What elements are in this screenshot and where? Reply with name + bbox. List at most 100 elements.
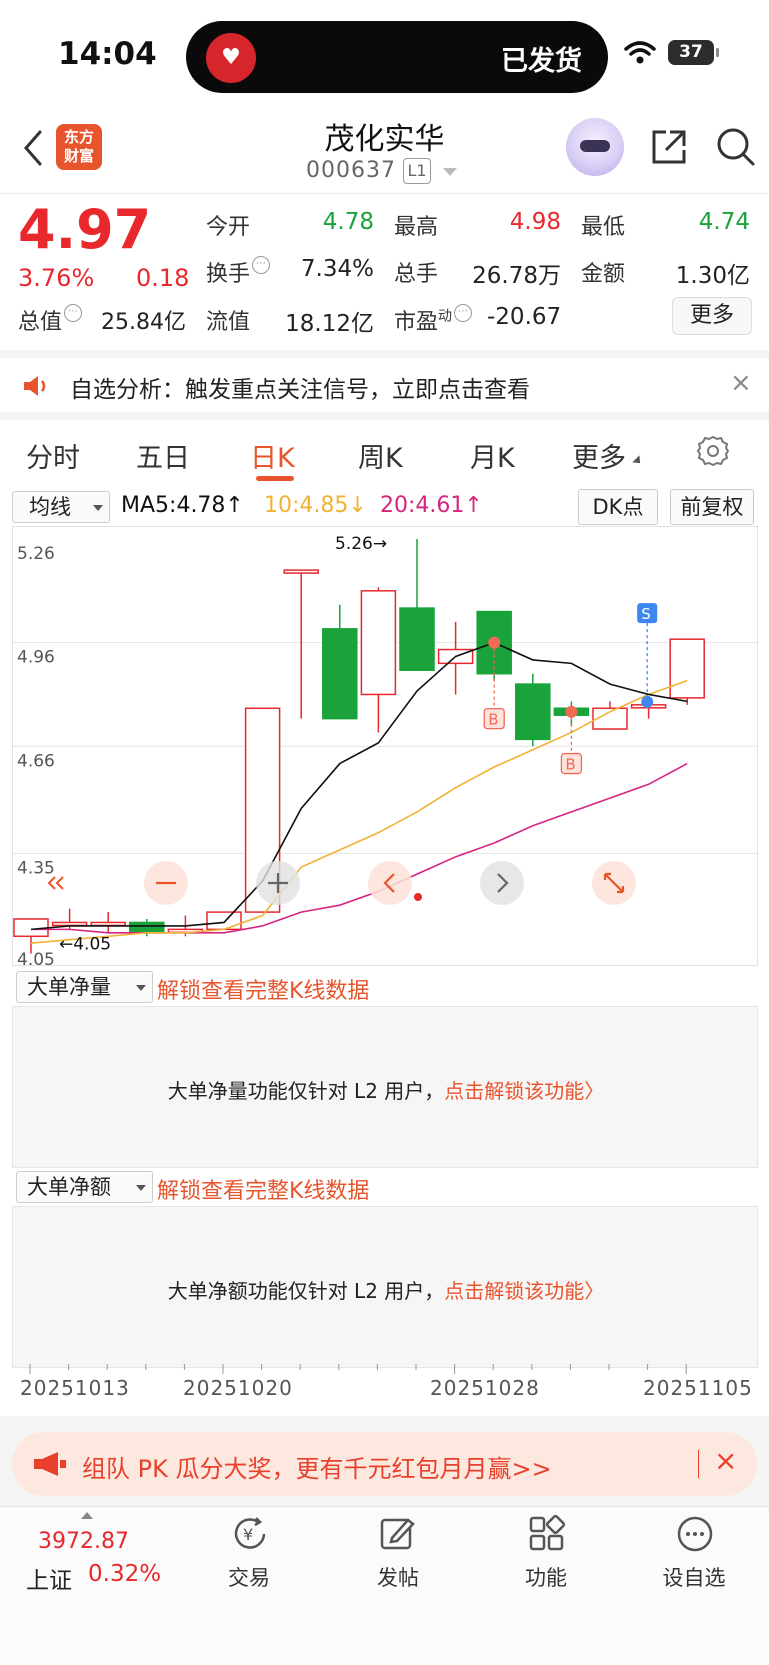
open-value: 4.78: [322, 209, 374, 235]
close-icon[interactable]: ×: [714, 1444, 737, 1477]
l2-message: 大单净额功能仅针对 L2 用户，点击解锁该功能〉: [13, 1275, 759, 1304]
trade-icon[interactable]: ¥: [230, 1514, 270, 1554]
robot-visor: [580, 140, 610, 152]
analysis-notice[interactable]: 自选分析：触发重点关注信号，立即点击查看 ×: [0, 358, 769, 412]
code-dropdown-icon[interactable]: [443, 168, 457, 176]
tab-daily-k[interactable]: 日K: [250, 436, 295, 475]
turnover-label: 换手 ⋯: [206, 256, 271, 288]
battery-icon: 37: [668, 40, 714, 65]
y-tick-label: 4.05: [17, 950, 55, 967]
unlock-kline-link[interactable]: 解锁查看完整K线数据: [157, 1173, 369, 1205]
dynamic-island[interactable]: ♥ 已发货: [186, 21, 608, 93]
unlock-feature-link[interactable]: 点击解锁该功能〉: [444, 1279, 604, 1303]
adjust-button[interactable]: 前复权: [670, 489, 754, 525]
kline-chart[interactable]: 5.26 4.96 4.66 4.35 4.05 5.26→ ←4.05 B B S: [12, 526, 759, 967]
ma10-label: 10:4.85↓: [264, 493, 367, 518]
volume-value: 26.78万: [472, 263, 561, 289]
gear-icon[interactable]: [696, 434, 730, 468]
tab-intraday[interactable]: 分时: [26, 436, 80, 475]
island-text: 已发货: [501, 46, 582, 77]
indicator-select[interactable]: 均线: [12, 491, 110, 523]
info-icon[interactable]: ⋯: [64, 304, 83, 322]
ai-assistant-icon[interactable]: [566, 118, 624, 176]
functions-icon[interactable]: [527, 1514, 567, 1554]
net-amount-select-label: 大单净额: [27, 1175, 111, 1199]
banner-text: 组队 PK 瓜分大奖，更有千元红包月月赢>>: [82, 1455, 552, 1483]
close-icon[interactable]: ×: [730, 368, 752, 398]
candle: [669, 638, 705, 699]
y-tick-label: 4.96: [17, 648, 55, 668]
l2-message: 大单净量功能仅针对 L2 用户，点击解锁该功能〉: [13, 1075, 759, 1104]
info-icon[interactable]: ⋯: [454, 304, 473, 322]
unlock-feature-link[interactable]: 点击解锁该功能〉: [444, 1079, 604, 1103]
ma5-line: [30, 641, 688, 931]
promo-banner[interactable]: 组队 PK 瓜分大奖，更有千元红包月月赢>> ×: [12, 1432, 757, 1496]
net-amount-panel: 大单净额功能仅针对 L2 用户，点击解锁该功能〉: [12, 1206, 758, 1368]
more-quote-button[interactable]: 更多: [672, 297, 752, 335]
sell-signal-label: S: [641, 605, 651, 623]
info-icon[interactable]: ⋯: [252, 256, 271, 274]
pe-sup: 动: [438, 308, 453, 325]
nav-functions[interactable]: 功能: [496, 1562, 596, 1592]
scroll-start-icon: [47, 876, 64, 890]
buy-signal-dot: [488, 636, 501, 649]
tab-five-day[interactable]: 五日: [136, 436, 190, 475]
position-indicator-dot: [414, 893, 422, 901]
next-icon[interactable]: [480, 861, 524, 905]
zoom-out-icon[interactable]: [144, 861, 188, 905]
net-amount-select[interactable]: 大单净额: [16, 1171, 153, 1203]
ma5-label: MA5:4.78↑: [121, 493, 244, 518]
notice-text: 自选分析：触发重点关注信号，立即点击查看: [70, 377, 530, 403]
float-cap-label: 流值: [206, 310, 251, 335]
total-cap-label: 总值 ⋯: [18, 304, 83, 336]
high-value: 4.98: [509, 209, 561, 235]
prev-icon[interactable]: [368, 861, 412, 905]
kline-svg[interactable]: 5.26 4.96 4.66 4.35 4.05 5.26→ ←4.05 B B S: [13, 527, 759, 967]
y-tick-label: 4.35: [17, 858, 55, 878]
index-value[interactable]: 3972.87: [38, 1529, 129, 1554]
net-volume-panel: 大单净量功能仅针对 L2 用户，点击解锁该功能〉: [12, 1006, 758, 1168]
tab-weekly-k[interactable]: 周K: [358, 436, 403, 475]
candle: [399, 607, 435, 672]
candle: [515, 683, 551, 741]
open-label: 今开: [206, 215, 251, 240]
pe-label: 市盈动 ⋯: [394, 304, 473, 336]
amount-label: 金额: [581, 262, 626, 287]
low-value: 4.74: [698, 209, 750, 235]
dropdown-caret-icon: [136, 985, 146, 991]
dk-point-button[interactable]: DK点: [578, 489, 658, 525]
watchlist-icon[interactable]: [675, 1514, 715, 1554]
wifi-icon: [624, 41, 656, 64]
tab-monthly-k[interactable]: 月K: [470, 436, 515, 475]
pe-label-text: 市盈: [394, 310, 439, 335]
unlock-kline-link[interactable]: 解锁查看完整K线数据: [157, 973, 369, 1005]
nav-post[interactable]: 发帖: [348, 1562, 448, 1592]
index-name[interactable]: 上证: [26, 1561, 72, 1595]
zoom-in-icon[interactable]: [256, 861, 300, 905]
net-volume-select[interactable]: 大单净量: [16, 971, 153, 1003]
dropdown-caret-icon: [93, 505, 103, 511]
search-icon[interactable]: [715, 126, 757, 168]
ma10-line: [30, 679, 688, 944]
active-tab-indicator: [256, 476, 294, 481]
section-divider: [0, 350, 769, 358]
ma20-line: [31, 762, 688, 934]
x-label: 20251028: [430, 1376, 540, 1400]
total-cap-value: 25.84亿: [101, 310, 186, 335]
candle: [322, 628, 358, 720]
banner-divider: [698, 1450, 699, 1478]
buy-signal-label: B: [565, 756, 575, 774]
tab-more[interactable]: 更多: [572, 436, 626, 475]
nav-trade[interactable]: 交易: [199, 1562, 299, 1592]
nav-add-watchlist[interactable]: 设自选: [644, 1562, 744, 1592]
candle: [206, 911, 242, 931]
x-label: 20251105: [643, 1376, 753, 1400]
level-badge[interactable]: L1: [403, 158, 431, 184]
index-percent[interactable]: 0.32%: [88, 1561, 161, 1587]
speaker-icon: [24, 376, 46, 396]
fullscreen-icon[interactable]: [592, 861, 636, 905]
pe-value: -20.67: [487, 304, 562, 330]
share-icon[interactable]: [648, 126, 690, 168]
post-icon[interactable]: [378, 1514, 418, 1554]
buy-signal-label: B: [488, 711, 498, 729]
